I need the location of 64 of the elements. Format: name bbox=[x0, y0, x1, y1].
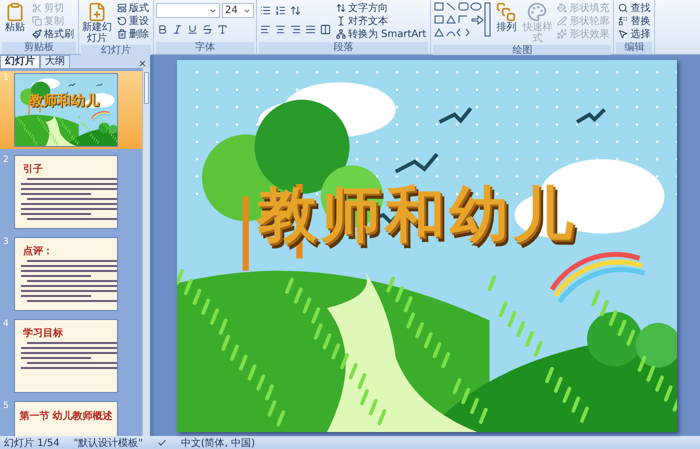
language: 中文(简体, 中国) bbox=[180, 436, 256, 449]
group-label: 段落 bbox=[259, 42, 428, 54]
slide-counter: 幻灯片 1/54 bbox=[4, 436, 60, 449]
ribbon-button[interactable]: 格式刷 bbox=[30, 27, 76, 40]
slide-title: 点评： bbox=[23, 244, 54, 258]
slide-title: 第一节 幼儿教师概述 bbox=[19, 410, 113, 423]
replace-icon bbox=[618, 16, 628, 26]
new-page-icon bbox=[87, 2, 107, 22]
layout-icon bbox=[117, 2, 127, 12]
group-label: 字体 bbox=[156, 42, 254, 54]
shapes-icon bbox=[496, 2, 516, 22]
slide-thumbnail[interactable]: 学习目标 bbox=[14, 319, 118, 393]
search-icon bbox=[618, 2, 628, 12]
ribbon-button[interactable]: 版式 bbox=[115, 1, 151, 14]
slide-number: 4 bbox=[3, 319, 10, 331]
format-icon[interactable] bbox=[201, 23, 214, 36]
slide-number: 3 bbox=[3, 237, 10, 249]
slide-title: 学习目标 bbox=[23, 326, 64, 340]
clipboard-icon bbox=[5, 2, 25, 22]
scissors-icon bbox=[32, 2, 42, 12]
theme-name: "默认设计模板" bbox=[74, 436, 143, 449]
text-cursor-icon bbox=[336, 16, 346, 26]
panel-tab[interactable]: 幻灯片 bbox=[0, 55, 40, 68]
ribbon-button[interactable]: 转换为 SmartArt bbox=[334, 27, 428, 40]
ribbon-button[interactable]: 粘贴 bbox=[2, 1, 28, 34]
diagram-icon bbox=[336, 28, 346, 38]
format-icon[interactable] bbox=[186, 23, 199, 36]
group-label: 剪贴板 bbox=[2, 42, 76, 54]
ribbon-button[interactable]: 排列 bbox=[493, 1, 520, 34]
reset-icon bbox=[117, 16, 127, 26]
slide-thumbnail[interactable]: 引子 bbox=[14, 155, 118, 229]
slide-thumbnail[interactable]: 点评： bbox=[14, 237, 118, 311]
arrows-icon bbox=[336, 2, 346, 12]
font-size-value: 24 bbox=[225, 4, 238, 17]
ribbon-button[interactable]: 文字方向 bbox=[334, 1, 428, 14]
ribbon-button[interactable]: 选择 bbox=[616, 27, 652, 40]
format-icon[interactable] bbox=[216, 23, 229, 36]
ribbon-button[interactable]: 替换 bbox=[616, 14, 652, 27]
ribbon-button[interactable]: 删除 bbox=[115, 27, 151, 40]
font-size-field[interactable]: 24 bbox=[222, 3, 254, 18]
paint-bucket-icon bbox=[557, 2, 568, 12]
font-name-field[interactable] bbox=[156, 3, 220, 18]
trash-icon bbox=[117, 28, 127, 38]
slide-thumbnail[interactable]: 第一节 幼儿教师概述 bbox=[14, 401, 118, 436]
slide-title: 引子 bbox=[23, 162, 44, 176]
ribbon-button[interactable]: 查找 bbox=[616, 1, 652, 14]
shape-gallery-icon[interactable] bbox=[433, 1, 492, 39]
ribbon-button[interactable]: 对齐文本 bbox=[334, 14, 428, 27]
copy-icon bbox=[32, 16, 42, 26]
pointer-icon bbox=[618, 28, 628, 38]
ribbon-button[interactable]: 重设 bbox=[115, 14, 151, 27]
ribbon-button[interactable]: 新建幻灯片 bbox=[81, 1, 113, 45]
group-label: 编辑 bbox=[616, 42, 652, 54]
format-icon[interactable] bbox=[171, 23, 184, 36]
slide-number: 2 bbox=[3, 155, 10, 167]
slide-number: 5 bbox=[3, 401, 10, 413]
panel-tab[interactable]: 大纲 bbox=[40, 55, 70, 68]
slide-number: 1 bbox=[3, 73, 10, 85]
check-icon bbox=[156, 438, 167, 448]
palette-icon bbox=[527, 2, 548, 22]
pen-icon bbox=[557, 16, 568, 26]
scrollbar[interactable] bbox=[142, 68, 150, 436]
sparkles-icon bbox=[557, 28, 568, 38]
paintbrush-icon bbox=[32, 28, 42, 38]
